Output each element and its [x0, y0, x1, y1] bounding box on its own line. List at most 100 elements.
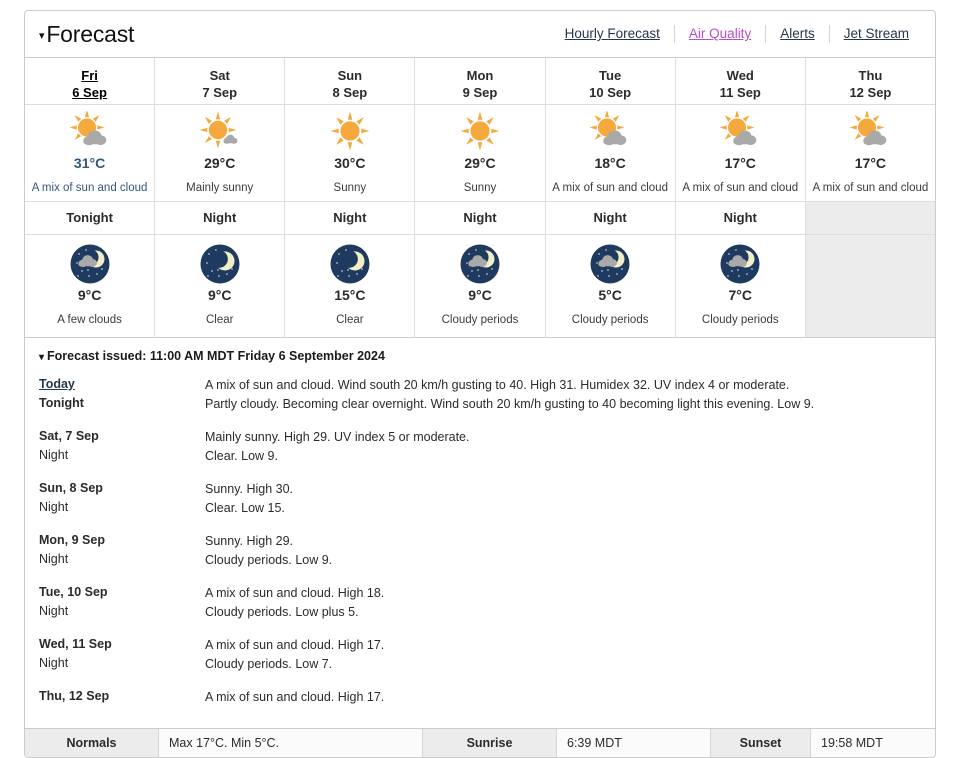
night-forecast-cell: 9°C Clear	[155, 235, 285, 338]
day-condition: Sunny	[463, 182, 497, 194]
day-condition: Mainly sunny	[186, 182, 254, 194]
forecast-detail-entry: Sun, 8 Sep Sunny. High 30. Night Clear. …	[39, 481, 935, 533]
forecast-column-sat: Sat 7 Sep 29°C Mainly sunny Night 9°C Cl…	[154, 58, 285, 338]
day-date: 9 Sep	[462, 85, 498, 100]
day-temperature: 17°C	[724, 155, 756, 171]
day-name: Sun	[337, 68, 363, 83]
day-name: Sat	[209, 68, 230, 83]
detail-night-text: Cloudy periods. Low 9.	[205, 553, 333, 567]
detail-night-row: Night Cloudy periods. Low 7.	[39, 656, 935, 673]
forecast-column-fri: Fri 6 Sep 31°C A mix of sun and cloud To…	[25, 58, 155, 338]
sun-icon	[457, 111, 503, 153]
seven-day-grid: Fri 6 Sep 31°C A mix of sun and cloud To…	[25, 58, 935, 338]
forecast-column-sun: Sun 8 Sep 30°C Sunny Night 15°C Clear	[284, 58, 415, 338]
day-header: Sat 7 Sep	[155, 58, 285, 105]
sunset-value: 19:58 MDT	[811, 729, 935, 757]
day-condition: A mix of sun and cloud	[682, 182, 799, 194]
sunrise-label: Sunrise	[423, 729, 557, 757]
night-temperature: 5°C	[598, 287, 622, 303]
sunset-label: Sunset	[711, 729, 811, 757]
day-forecast-cell: 29°C Sunny	[415, 105, 545, 202]
forecast-column-tue: Tue 10 Sep 18°C A mix of sun and cloud N…	[544, 58, 675, 338]
entry-spacer	[39, 623, 935, 637]
night-header: Night	[285, 202, 415, 235]
day-header[interactable]: Fri 6 Sep	[25, 58, 155, 105]
detail-night-label: Night	[39, 552, 69, 566]
link-jet-stream[interactable]: Jet Stream	[828, 25, 923, 43]
moon-cloud-icon	[69, 243, 111, 285]
detail-day-text: A mix of sun and cloud. High 17.	[205, 638, 385, 652]
sun-small-cloud-icon	[197, 111, 243, 153]
entry-spacer	[39, 467, 935, 481]
day-date: 7 Sep	[202, 85, 238, 100]
detail-day-label-cell: Sat, 7 Sep	[39, 429, 205, 446]
sunrise-value: 6:39 MDT	[557, 729, 711, 757]
night-condition: Cloudy periods	[701, 314, 779, 326]
weather-forecast-page: ▾ Forecast Hourly Forecast Air Quality A…	[0, 0, 960, 758]
day-name: Wed	[726, 68, 754, 83]
link-air-quality[interactable]: Air Quality	[673, 25, 765, 43]
day-name: Mon	[466, 68, 494, 83]
day-condition: A mix of sun and cloud	[31, 182, 148, 194]
night-forecast-cell	[805, 235, 935, 338]
night-condition: A few clouds	[57, 314, 122, 326]
details-collapse-caret-icon[interactable]: ▾	[39, 352, 44, 363]
night-temperature: 9°C	[207, 287, 232, 303]
night-header: Night	[415, 202, 545, 235]
day-header: Mon 9 Sep	[415, 58, 545, 105]
day-forecast-cell: 30°C Sunny	[285, 105, 415, 202]
detail-day-row: Mon, 9 Sep Sunny. High 29.	[39, 533, 935, 550]
day-name: Fri	[81, 68, 98, 83]
night-condition: Cloudy periods	[571, 314, 649, 326]
detail-night-row: Tonight Partly cloudy. Becoming clear ov…	[39, 396, 935, 413]
day-temperature: 31°C	[73, 155, 106, 171]
detail-day-text: A mix of sun and cloud. High 17.	[205, 690, 385, 704]
detail-day-link[interactable]: Today	[39, 377, 75, 391]
detail-night-row: Night Clear. Low 9.	[39, 448, 935, 465]
day-date: 8 Sep	[332, 85, 368, 100]
header-links: Hourly Forecast Air Quality Alerts Jet S…	[551, 21, 923, 47]
day-condition: A mix of sun and cloud	[552, 182, 668, 194]
entry-spacer	[39, 519, 935, 533]
collapse-caret-icon[interactable]: ▾	[39, 29, 45, 42]
day-header: Wed 11 Sep	[675, 58, 805, 105]
night-forecast-cell: 9°C A few clouds	[25, 235, 155, 338]
day-temperature: 30°C	[334, 155, 366, 171]
forecast-issued: ▾ Forecast issued: 11:00 AM MDT Friday 6 …	[39, 349, 935, 363]
detail-day-label: Tue, 10 Sep	[39, 585, 108, 599]
detail-night-text: Partly cloudy. Becoming clear overnight.…	[205, 397, 815, 411]
sun-cloud-icon	[67, 111, 113, 153]
forecast-detail-entry: Tue, 10 Sep A mix of sun and cloud. High…	[39, 585, 935, 637]
day-date: 12 Sep	[849, 85, 892, 100]
night-forecast-cell: 7°C Cloudy periods	[675, 235, 805, 338]
day-temperature: 29°C	[204, 155, 236, 171]
day-forecast-cell: 17°C A mix of sun and cloud	[805, 105, 935, 202]
sun-cloud-icon	[847, 111, 893, 153]
detail-night-text: Cloudy periods. Low 7.	[205, 657, 333, 671]
detail-night-row: Night Clear. Low 15.	[39, 500, 935, 517]
night-temperature: 15°C	[334, 287, 366, 303]
detail-night-label: Night	[39, 448, 69, 462]
day-name: Thu	[858, 68, 883, 83]
forecast-detail-entry: Sat, 7 Sep Mainly sunny. High 29. UV ind…	[39, 429, 935, 481]
detail-day-label-cell: Today	[39, 377, 205, 394]
link-hourly-forecast[interactable]: Hourly Forecast	[551, 25, 674, 43]
night-header	[805, 202, 935, 235]
detail-day-label-cell: Wed, 11 Sep	[39, 637, 205, 654]
sun-cloud-icon	[717, 111, 763, 153]
night-temperature: 9°C	[77, 287, 102, 303]
normals-row: Normals Max 17°C. Min 5°C. Sunrise 6:39 …	[25, 729, 935, 757]
day-condition: Sunny	[333, 182, 367, 194]
entry-spacer	[39, 571, 935, 585]
detail-day-label-cell: Tue, 10 Sep	[39, 585, 205, 602]
day-header: Sun 8 Sep	[285, 58, 415, 105]
day-condition: A mix of sun and cloud	[812, 182, 929, 194]
day-forecast-cell: 18°C A mix of sun and cloud	[545, 105, 675, 202]
detail-night-label: Night	[39, 604, 69, 618]
day-temperature: 18°C	[594, 155, 626, 171]
detail-day-label: Sun, 8 Sep	[39, 481, 103, 495]
day-forecast-cell: 17°C A mix of sun and cloud	[675, 105, 805, 202]
link-alerts[interactable]: Alerts	[765, 25, 829, 43]
night-header: Night	[545, 202, 675, 235]
forecast-column-wed: Wed 11 Sep 17°C A mix of sun and cloud N…	[674, 58, 805, 338]
